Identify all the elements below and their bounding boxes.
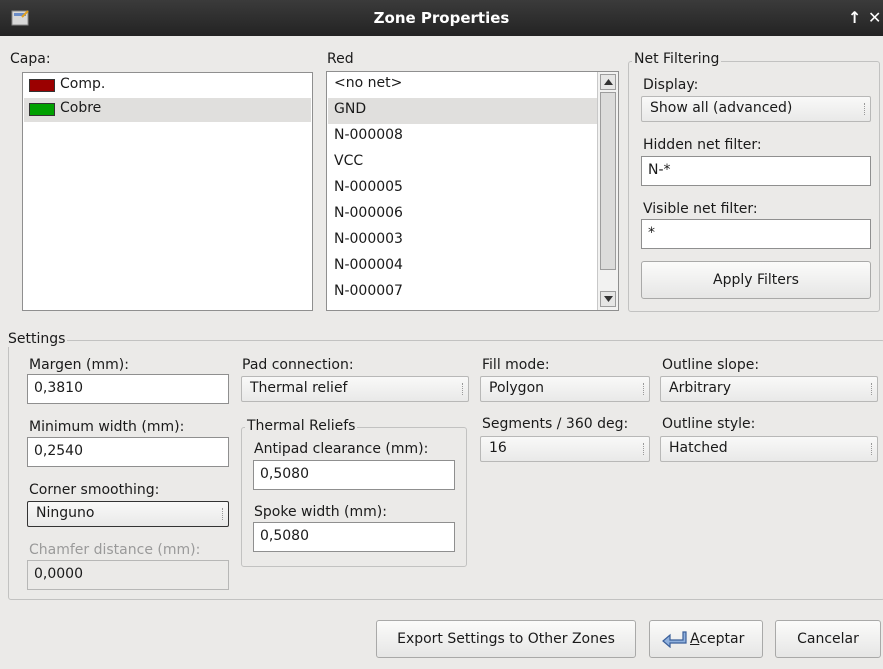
return-arrow-icon [662,631,687,648]
layer-label: Capa: [10,51,51,67]
scroll-up-arrow-icon[interactable] [600,74,616,90]
net-item-label: N-000008 [334,127,403,143]
dropdown-grip-icon [871,443,873,455]
scroll-down-arrow-icon[interactable] [600,291,616,307]
net-item-label: N-000007 [334,283,403,299]
outline-slope-label: Outline slope: [662,357,760,373]
net-item-label: N-000004 [334,257,403,273]
antipad-clearance-input[interactable]: 0,5080 [253,460,455,490]
net-item[interactable]: N-000006 [328,202,598,228]
ok-button-label: Aceptar [690,621,744,657]
ok-accelerator: A [690,631,700,647]
segments-value: 16 [489,440,507,456]
segments-label: Segments / 360 deg: [482,416,629,432]
outline-style-label: Outline style: [662,416,756,432]
net-label: Red [327,51,354,67]
export-settings-button[interactable]: Export Settings to Other Zones [376,620,636,658]
net-item-label: VCC [334,153,364,169]
margin-label: Margen (mm): [29,357,129,373]
net-list[interactable]: <no net> GND N-000008 VCC N-000005 N-000… [326,71,619,311]
margin-input[interactable]: 0,3810 [27,374,229,404]
outline-slope-value: Arbitrary [669,380,731,396]
outline-style-select[interactable]: Hatched [660,436,878,462]
dropdown-grip-icon [643,383,645,395]
segments-select[interactable]: 16 [480,436,650,462]
net-item[interactable]: N-000007 [328,280,598,306]
fill-mode-select[interactable]: Polygon [480,376,650,402]
window-title: Zone Properties [373,9,510,27]
net-item[interactable]: VCC [328,150,598,176]
pad-connection-select[interactable]: Thermal relief [241,376,469,402]
dropdown-grip-icon [222,508,224,520]
visible-filter-label: Visible net filter: [643,201,758,217]
net-item-label: N-000006 [334,205,403,221]
scroll-thumb[interactable] [600,92,616,270]
min-width-input[interactable]: 0,2540 [27,437,229,467]
dropdown-grip-icon [864,103,866,115]
layer-list[interactable]: Comp. Cobre [22,72,313,311]
spoke-width-label: Spoke width (mm): [254,504,387,520]
corner-smoothing-label: Corner smoothing: [29,482,160,498]
display-select-value: Show all (advanced) [650,100,793,116]
chamfer-distance-input: 0,0000 [27,560,229,590]
net-item[interactable]: N-000005 [328,176,598,202]
net-item-selected[interactable]: GND [328,98,598,124]
layer-color-swatch [29,103,55,116]
layer-item-comp[interactable]: Comp. [24,74,311,98]
net-item-label: <no net> [334,75,403,91]
display-select[interactable]: Show all (advanced) [641,96,871,122]
net-item-label: N-000003 [334,231,403,247]
settings-title: Settings [6,331,68,347]
corner-smoothing-select[interactable]: Ninguno [27,501,229,527]
dropdown-grip-icon [462,383,464,395]
layer-color-swatch [29,79,55,92]
visible-filter-input[interactable]: * [641,219,871,249]
ok-label-rest: ceptar [699,631,745,647]
thermal-reliefs-title: Thermal Reliefs [245,418,358,434]
net-item-label: GND [334,101,367,117]
layer-item-label: Comp. [60,76,106,92]
net-list-scrollbar[interactable] [597,72,618,310]
outline-slope-select[interactable]: Arbitrary [660,376,878,402]
outline-style-value: Hatched [669,440,728,456]
fill-mode-label: Fill mode: [482,357,550,373]
pad-connection-label: Pad connection: [242,357,354,373]
antipad-clearance-label: Antipad clearance (mm): [254,441,429,457]
ok-button[interactable]: Aceptar [649,620,763,658]
cancel-button[interactable]: Cancelar [775,620,881,658]
net-item[interactable]: N-000008 [328,124,598,150]
spoke-width-input[interactable]: 0,5080 [253,522,455,552]
net-item[interactable]: <no net> [328,72,598,98]
apply-filters-button[interactable]: Apply Filters [641,261,871,299]
close-icon[interactable]: ✕ [868,8,881,27]
dropdown-grip-icon [643,443,645,455]
min-width-label: Minimum width (mm): [29,419,185,435]
pad-connection-value: Thermal relief [250,380,348,396]
net-item[interactable]: N-000004 [328,254,598,280]
layer-item-cobre[interactable]: Cobre [24,98,311,122]
layer-item-label: Cobre [60,100,102,116]
hidden-filter-input[interactable]: N-* [641,156,871,186]
fill-mode-value: Polygon [489,380,545,396]
dropdown-grip-icon [871,383,873,395]
display-label: Display: [643,77,699,93]
maximize-icon[interactable]: ↑ [848,8,861,27]
title-bar: Zone Properties ↑ ✕ [0,0,883,36]
hidden-filter-label: Hidden net filter: [643,137,762,153]
chamfer-distance-label: Chamfer distance (mm): [29,542,201,558]
net-item[interactable]: N-000003 [328,228,598,254]
corner-smoothing-value: Ninguno [36,505,95,521]
net-filtering-title: Net Filtering [632,51,722,67]
net-item-label: N-000005 [334,179,403,195]
